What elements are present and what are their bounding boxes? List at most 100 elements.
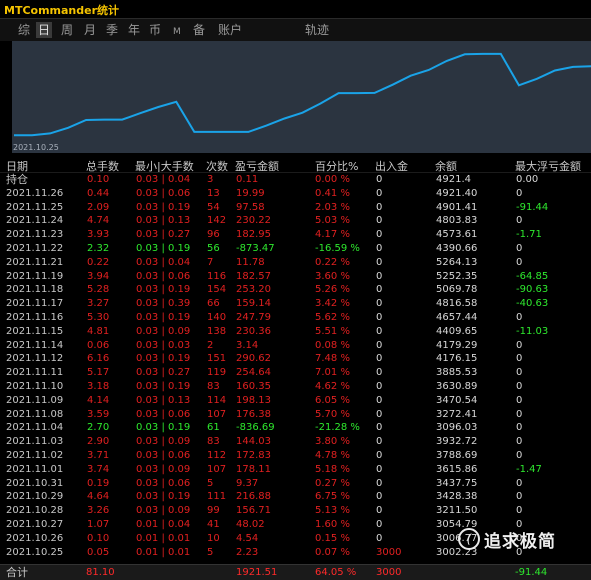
row-pnl: 19.99	[236, 187, 265, 199]
row-lot-range: 0.01 | 0.04	[136, 519, 191, 530]
row-max-drawdown: 0	[516, 367, 523, 379]
header-max-drawdown[interactable]: 最大浮亏金额	[515, 158, 581, 173]
tab-note[interactable]: 备	[191, 22, 207, 38]
row-max-drawdown: 0	[516, 339, 523, 351]
row-deposit: 0	[376, 491, 383, 503]
row-pnl: 253.20	[236, 284, 271, 296]
row-total-lots: 4.14	[87, 394, 110, 406]
row-percent: 7.01 %	[315, 367, 350, 379]
tab-summary[interactable]: 综	[16, 22, 32, 38]
table-row[interactable]: 2021.11.11 5.17 0.03 | 0.27 119 254.64 7.01 %…	[0, 366, 591, 380]
table-row[interactable]: 2021.11.08 3.59 0.03 | 0.06 107 176.38 5.70 %…	[0, 408, 591, 422]
row-balance: 4657.44	[436, 312, 478, 323]
tab-quarter[interactable]: 季	[104, 22, 120, 38]
row-deposit: 0	[376, 201, 383, 213]
header-date[interactable]: 日期	[6, 158, 28, 173]
table-row[interactable]: 2021.11.10 3.18 0.03 | 0.19 83 160.35 4.62 % 0…	[0, 380, 591, 394]
row-date: 2021.11.19	[6, 270, 64, 282]
table-row[interactable]: 持仓 0.10 0.03 | 0.04 3 0.11 0.00 % 0 4921.4 0.00	[0, 173, 591, 187]
table-row[interactable]: 2021.11.22 2.32 0.03 | 0.19 56 -873.47 -16.59…	[0, 242, 591, 256]
row-balance: 4921.40	[436, 187, 478, 199]
row-total-lots: 3.93	[87, 229, 110, 241]
tab-week[interactable]: 周	[59, 22, 75, 38]
table-row[interactable]: 2021.11.23 3.93 0.03 | 0.27 96 182.95 4.17 % 0…	[0, 228, 591, 242]
tab-currency[interactable]: 币	[147, 22, 163, 38]
row-max-drawdown: -1.47	[516, 463, 542, 475]
row-deposit: 0	[376, 505, 383, 517]
row-balance: 4803.83	[436, 215, 478, 227]
header-count[interactable]: 次数	[206, 158, 228, 173]
header-percent[interactable]: 百分比%	[315, 158, 358, 173]
table-row[interactable]: 2021.11.04 2.70 0.03 | 0.19 61 -836.69 -21.28…	[0, 421, 591, 435]
footer-max-drawdown: -91.44	[515, 567, 548, 578]
row-pnl: 159.14	[236, 298, 271, 310]
row-count: 3	[207, 174, 214, 185]
table-row[interactable]: 2021.11.26 0.44 0.03 | 0.06 13 19.99 0.41 % 0 4…	[0, 187, 591, 201]
row-date: 2021.11.11	[6, 367, 64, 379]
row-balance: 4573.61	[436, 229, 478, 241]
row-percent: 7.48 %	[315, 353, 350, 365]
header-balance[interactable]: 余额	[435, 158, 457, 173]
row-date: 2021.11.08	[6, 408, 64, 420]
row-balance: 4179.29	[436, 339, 478, 351]
row-percent: 5.13 %	[315, 505, 350, 517]
table-row[interactable]: 2021.11.14 0.06 0.03 | 0.03 2 3.14 0.08 % 0 417…	[0, 339, 591, 353]
row-balance: 3437.75	[436, 477, 478, 489]
header-deposit[interactable]: 出入金	[375, 158, 408, 173]
row-count: 99	[207, 505, 220, 517]
header-pnl[interactable]: 盈亏金额	[235, 158, 279, 173]
tab-day[interactable]: 日	[36, 22, 53, 38]
tab-account[interactable]: 账户	[216, 22, 244, 38]
tab-m[interactable]: M	[171, 24, 183, 40]
row-lot-range: 0.03 | 0.06	[136, 187, 191, 199]
row-percent: 3.60 %	[315, 270, 350, 282]
table-row[interactable]: 2021.11.03 2.90 0.03 | 0.09 83 144.03 3.80 % 0…	[0, 435, 591, 449]
row-total-lots: 4.64	[87, 491, 110, 503]
row-max-drawdown: 0	[516, 187, 523, 199]
row-pnl: 2.23	[236, 546, 259, 558]
tab-trace[interactable]: 轨迹	[303, 22, 331, 38]
table-row[interactable]: 2021.11.01 3.74 0.03 | 0.09 107 178.11 5.18 %…	[0, 463, 591, 477]
tab-year[interactable]: 年	[126, 22, 142, 38]
row-pnl: -873.47	[236, 243, 275, 254]
row-date: 2021.11.18	[6, 284, 64, 296]
table-row[interactable]: 2021.10.31 0.19 0.03 | 0.06 5 9.37 0.27 % 0 343…	[0, 477, 591, 491]
table-row[interactable]: 2021.11.25 2.09 0.03 | 0.19 54 97.58 2.03 % 0 4…	[0, 201, 591, 215]
row-deposit: 3000	[376, 546, 402, 558]
row-deposit: 0	[376, 312, 383, 323]
watermark-text: 追求极简	[484, 531, 556, 552]
table-row[interactable]: 2021.11.09 4.14 0.03 | 0.13 114 198.13 6.05 %…	[0, 394, 591, 408]
row-max-drawdown: 0	[516, 381, 523, 392]
tab-month[interactable]: 月	[82, 22, 98, 38]
header-lot-range[interactable]: 最小|大手数	[135, 158, 194, 173]
row-deposit: 0	[376, 298, 383, 310]
table-row[interactable]: 2021.11.17 3.27 0.03 | 0.39 66 159.14 3.42 % 0…	[0, 297, 591, 311]
row-percent: 1.60 %	[315, 519, 350, 530]
row-pnl: 4.54	[236, 532, 259, 544]
table-row[interactable]: 2021.11.19 3.94 0.03 | 0.06 116 182.57 3.60 %…	[0, 270, 591, 284]
table-row[interactable]: 2021.11.16 5.30 0.03 | 0.19 140 247.79 5.62 %…	[0, 311, 591, 325]
table-row[interactable]: 2021.10.29 4.64 0.03 | 0.19 111 216.88 6.75 %…	[0, 490, 591, 504]
row-count: 111	[207, 491, 227, 503]
row-percent: 5.70 %	[315, 408, 350, 420]
table-row[interactable]: 2021.11.21 0.22 0.03 | 0.04 7 11.78 0.22 % 0 52…	[0, 256, 591, 270]
row-max-drawdown: -91.44	[516, 201, 549, 213]
row-pnl: 48.02	[236, 519, 265, 530]
header-total-lots[interactable]: 总手数	[86, 158, 119, 173]
row-deposit: 0	[376, 450, 383, 461]
row-balance: 5252.35	[436, 270, 478, 282]
table-row[interactable]: 2021.11.18 5.28 0.03 | 0.19 154 253.20 5.26 %…	[0, 283, 591, 297]
row-date: 2021.11.17	[6, 298, 64, 310]
table-row[interactable]: 2021.11.12 6.16 0.03 | 0.19 151 290.62 7.48 %…	[0, 352, 591, 366]
row-date: 2021.11.23	[6, 229, 64, 241]
table-row[interactable]: 2021.11.24 4.74 0.03 | 0.13 142 230.22 5.03 %…	[0, 214, 591, 228]
table-row[interactable]: 2021.11.02 3.71 0.03 | 0.06 112 172.83 4.78 %…	[0, 449, 591, 463]
zhihu-icon: (	[458, 528, 480, 550]
table-row[interactable]: 2021.11.15 4.81 0.03 | 0.09 138 230.36 5.51 %…	[0, 325, 591, 339]
row-max-drawdown: 0	[516, 450, 523, 461]
row-total-lots: 3.27	[87, 298, 110, 310]
row-deposit: 0	[376, 532, 383, 544]
row-total-lots: 5.30	[87, 312, 110, 323]
table-row[interactable]: 2021.10.28 3.26 0.03 | 0.09 99 156.71 5.13 % 0…	[0, 504, 591, 518]
row-percent: 4.78 %	[315, 450, 350, 461]
